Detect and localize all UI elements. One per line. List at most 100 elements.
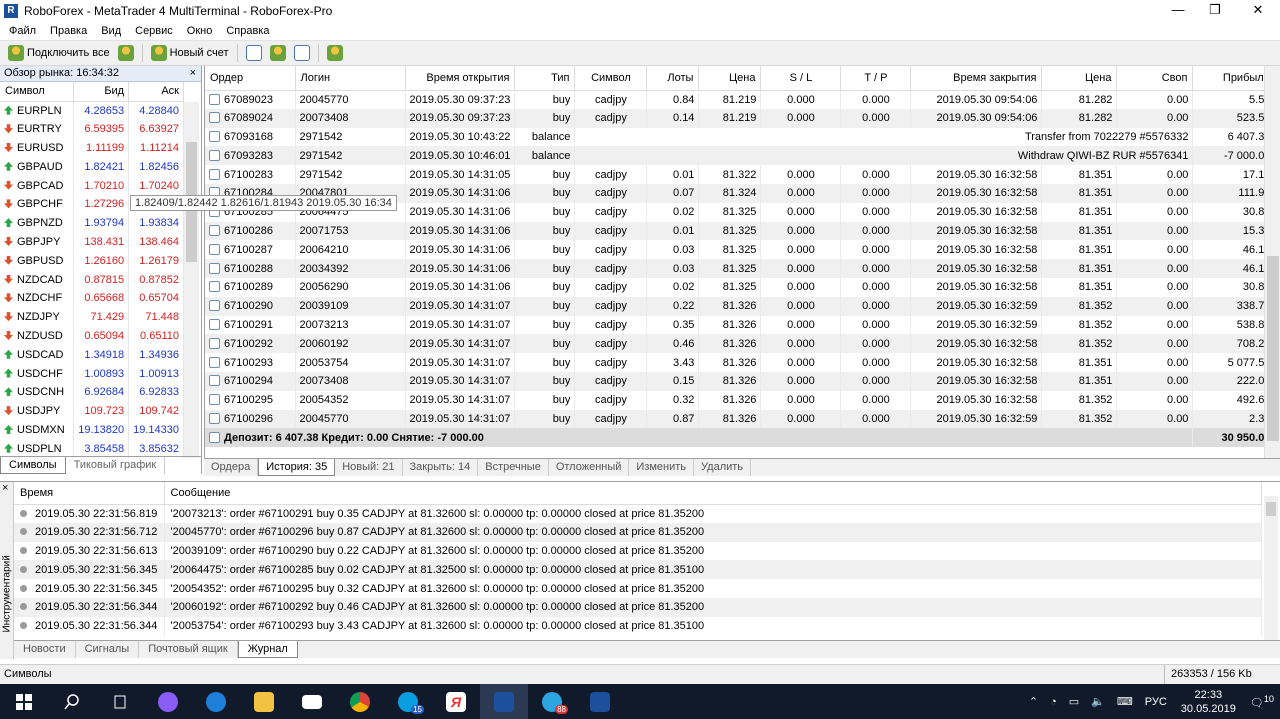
journal-tab-3[interactable]: Журнал bbox=[237, 641, 298, 658]
col-4[interactable]: Символ bbox=[574, 66, 648, 91]
market-watch-scrollbar[interactable] bbox=[184, 102, 199, 458]
history-row[interactable]: 67089024 20073408 2019.05.30 09:37:23 buy ca… bbox=[205, 108, 1276, 128]
tray-language[interactable]: РУС bbox=[1145, 696, 1167, 708]
journal-row[interactable]: 2019.05.30 22:31:56.345'20064475': order… bbox=[14, 560, 1262, 580]
terminal-tab-5[interactable]: Отложенный bbox=[549, 459, 630, 476]
market-watch-row[interactable]: NZDJPY 71.429 71.448 bbox=[0, 307, 184, 327]
trade-history-scrollbar[interactable] bbox=[1264, 66, 1280, 458]
manager-button[interactable] bbox=[323, 42, 347, 64]
tab-symbols[interactable]: Символы bbox=[0, 457, 66, 474]
accounts-button[interactable] bbox=[266, 42, 290, 64]
menu-help[interactable]: Справка bbox=[219, 25, 276, 37]
terminal-tab-3[interactable]: Закрыть: 14 bbox=[403, 459, 479, 476]
journal-row[interactable]: 2019.05.30 22:31:56.344'20053754': order… bbox=[14, 616, 1262, 636]
col-time[interactable]: Время bbox=[14, 482, 165, 505]
journal-tab-2[interactable]: Почтовый ящик bbox=[139, 641, 238, 658]
market-watch-row[interactable]: USDCAD 1.34918 1.34936 bbox=[0, 345, 184, 365]
connect-all-button[interactable]: Подключить все bbox=[4, 42, 114, 64]
taskbar-metatrader-1[interactable] bbox=[480, 684, 528, 719]
col-bid[interactable]: Бид bbox=[73, 82, 130, 102]
menu-file[interactable]: Файл bbox=[2, 25, 43, 37]
tray-chevron-icon[interactable]: ⌃ bbox=[1029, 695, 1038, 708]
journal-row[interactable]: 2019.05.30 22:31:56.345'20054352': order… bbox=[14, 579, 1262, 598]
col-11[interactable]: Своп bbox=[1116, 66, 1194, 91]
col-6[interactable]: Цена bbox=[698, 66, 762, 91]
history-row[interactable]: 67100296 20045770 2019.05.30 14:31:07 buy ca… bbox=[205, 409, 1276, 429]
start-button[interactable] bbox=[0, 684, 48, 719]
market-watch-row[interactable]: GBPAUD 1.82421 1.82456 bbox=[0, 157, 184, 177]
market-watch-row[interactable]: USDCHF 1.00893 1.00913 bbox=[0, 364, 184, 383]
tray-network-icon[interactable]: ◔ bbox=[1050, 696, 1057, 708]
col-5[interactable]: Лоты bbox=[646, 66, 700, 91]
market-watch-button[interactable] bbox=[242, 42, 266, 64]
market-watch-row[interactable]: GBPJPY 138.431 138.464 bbox=[0, 232, 184, 252]
taskbar-alice[interactable] bbox=[144, 684, 192, 719]
market-watch-row[interactable]: NZDUSD 0.65094 0.65110 bbox=[0, 326, 184, 346]
terminal-tab-0[interactable]: Ордера bbox=[204, 459, 259, 476]
market-watch-row[interactable]: EURUSD 1.11199 1.11214 bbox=[0, 138, 184, 158]
menu-edit[interactable]: Правка bbox=[43, 25, 94, 37]
journal-scrollbar[interactable] bbox=[1264, 496, 1278, 640]
col-1[interactable]: Логин bbox=[295, 66, 406, 91]
market-watch-row[interactable]: USDJPY 109.723 109.742 bbox=[0, 401, 184, 421]
market-watch-row[interactable]: NZDCAD 0.87815 0.87852 bbox=[0, 270, 184, 289]
history-row[interactable]: 67089023 20045770 2019.05.30 09:37:23 buy ca… bbox=[205, 90, 1276, 109]
col-10[interactable]: Цена bbox=[1041, 66, 1118, 91]
market-watch-row[interactable]: GBPUSD 1.26160 1.26179 bbox=[0, 251, 184, 271]
col-12[interactable]: Прибыль bbox=[1192, 66, 1276, 91]
history-row[interactable]: 67100294 20073408 2019.05.30 14:31:07 buy ca… bbox=[205, 371, 1276, 391]
menu-tools[interactable]: Сервис bbox=[128, 25, 180, 37]
task-view-button[interactable] bbox=[96, 684, 144, 719]
tab-tick-chart[interactable]: Тиковый график bbox=[66, 457, 166, 474]
col-0[interactable]: Ордер bbox=[205, 66, 296, 91]
history-row[interactable]: 67093168 2971542 2019.05.30 10:43:22 balanc… bbox=[205, 127, 1276, 147]
journal-row[interactable]: 2019.05.30 22:31:56.344'20060192': order… bbox=[14, 597, 1262, 617]
taskbar-edge[interactable] bbox=[192, 684, 240, 719]
taskbar-telegram[interactable]: 88 bbox=[528, 684, 576, 719]
terminal-tab-1[interactable]: История: 35 bbox=[258, 459, 336, 476]
taskbar-chrome[interactable] bbox=[336, 684, 384, 719]
terminal-button[interactable] bbox=[290, 42, 314, 64]
minimize-button[interactable]: — bbox=[1158, 0, 1198, 21]
journal-tab-0[interactable]: Новости bbox=[14, 641, 76, 658]
search-button[interactable] bbox=[48, 684, 96, 719]
menu-window[interactable]: Окно bbox=[180, 25, 220, 37]
col-9[interactable]: Время закрытия bbox=[910, 66, 1043, 91]
tray-keyboard-icon[interactable]: ⌨ bbox=[1117, 695, 1133, 708]
col-7[interactable]: S / L bbox=[760, 66, 842, 91]
history-row[interactable]: 67100288 20034392 2019.05.30 14:31:06 buy ca… bbox=[205, 259, 1276, 278]
col-8[interactable]: T / P bbox=[840, 66, 912, 91]
market-watch-row[interactable]: EURPLN 4.28653 4.28840 bbox=[0, 101, 184, 120]
history-row[interactable]: 67100295 20054352 2019.05.30 14:31:07 buy ca… bbox=[205, 390, 1276, 410]
close-button[interactable]: ✕ bbox=[1238, 0, 1278, 21]
col-3[interactable]: Тип bbox=[514, 66, 576, 91]
journal-row[interactable]: 2019.05.30 22:31:56.712'20045770': order… bbox=[14, 522, 1262, 542]
journal-row[interactable]: 2019.05.30 22:31:56.819'20073213': order… bbox=[14, 504, 1262, 523]
market-watch-row[interactable]: GBPCAD 1.70210 1.70240 bbox=[0, 176, 184, 195]
maximize-button[interactable]: ❐ bbox=[1195, 0, 1235, 21]
history-row[interactable]: 67100287 20064210 2019.05.30 14:31:06 buy ca… bbox=[205, 240, 1276, 260]
taskbar-explorer[interactable] bbox=[240, 684, 288, 719]
history-row[interactable]: 67093283 2971542 2019.05.30 10:46:01 balanc… bbox=[205, 146, 1276, 166]
market-watch-row[interactable]: NZDCHF 0.65668 0.65704 bbox=[0, 288, 184, 308]
col-message[interactable]: Сообщение bbox=[164, 482, 1262, 505]
disconnect-button[interactable] bbox=[114, 42, 138, 64]
history-row[interactable]: 67100293 20053754 2019.05.30 14:31:07 buy ca… bbox=[205, 353, 1276, 372]
market-watch-row[interactable]: USDMXN 19.13820 19.14330 bbox=[0, 420, 184, 440]
terminal-tab-4[interactable]: Встречные bbox=[478, 459, 549, 476]
history-row[interactable]: 67100291 20073213 2019.05.30 14:31:07 buy ca… bbox=[205, 315, 1276, 335]
market-watch-row[interactable]: EURTRY 6.59395 6.63927 bbox=[0, 119, 184, 139]
history-row[interactable]: 67100283 2971542 2019.05.30 14:31:05 buy cad… bbox=[205, 165, 1276, 184]
col-ask[interactable]: Аск bbox=[128, 82, 184, 102]
col-2[interactable]: Время открытия bbox=[405, 66, 516, 91]
new-account-button[interactable]: Новый счет bbox=[147, 42, 233, 64]
tray-volume-icon[interactable]: 🔈 bbox=[1091, 695, 1105, 708]
journal-row[interactable]: 2019.05.30 22:31:56.613'20039109': order… bbox=[14, 541, 1262, 561]
history-row[interactable]: 67100290 20039109 2019.05.30 14:31:07 buy ca… bbox=[205, 296, 1276, 316]
col-symbol[interactable]: Символ bbox=[0, 82, 75, 102]
journal-tab-1[interactable]: Сигналы bbox=[76, 641, 140, 658]
tray-battery-icon[interactable]: ▭ bbox=[1069, 695, 1079, 708]
terminal-tab-6[interactable]: Изменить bbox=[629, 459, 695, 476]
terminal-tab-7[interactable]: Удалить bbox=[694, 459, 752, 476]
market-watch-close-icon[interactable]: × bbox=[190, 66, 196, 81]
